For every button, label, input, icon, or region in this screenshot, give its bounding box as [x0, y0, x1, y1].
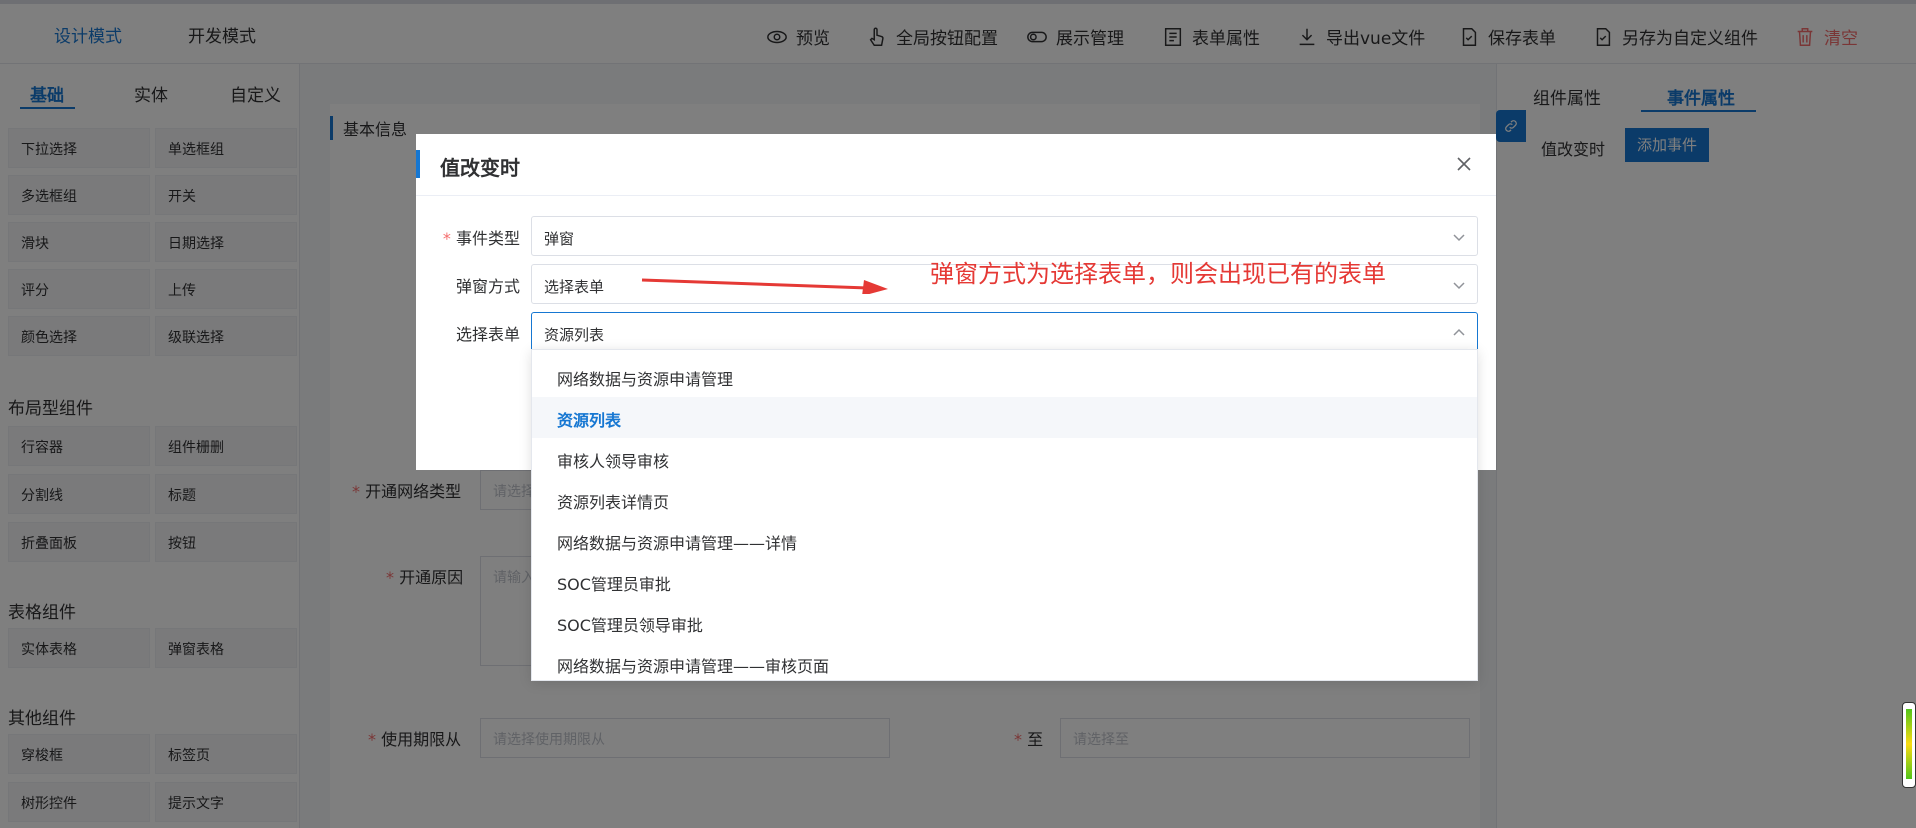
- select-form-value: 资源列表: [544, 326, 605, 344]
- event-type-value: 弹窗: [544, 230, 575, 248]
- select-form-select[interactable]: 资源列表: [531, 312, 1478, 352]
- dropdown-option[interactable]: SOC管理员审批: [532, 561, 1477, 602]
- title-accent-bar: [416, 150, 420, 178]
- dropdown-option-selected[interactable]: 资源列表: [532, 397, 1477, 438]
- dropdown-option[interactable]: 审核人领导审核: [532, 438, 1477, 479]
- event-type-label: * 事件类型: [442, 229, 520, 248]
- dialog-title: 值改变时: [440, 156, 520, 180]
- annotation-text: 弹窗方式为选择表单，则会出现已有的表单: [930, 260, 1386, 288]
- close-icon[interactable]: [1454, 154, 1474, 174]
- dropdown-option[interactable]: 网络数据与资源申请管理——详情: [532, 520, 1477, 561]
- dialog-header: 值改变时: [416, 134, 1496, 196]
- chevron-down-icon: [1453, 234, 1465, 242]
- select-form-label: 选择表单: [455, 325, 520, 344]
- popup-mode-label: 弹窗方式: [455, 277, 520, 296]
- select-form-dropdown: 网络数据与资源申请管理 资源列表 审核人领导审核 资源列表详情页 网络数据与资源…: [531, 349, 1478, 681]
- dropdown-option[interactable]: 资源列表详情页: [532, 479, 1477, 520]
- event-type-select[interactable]: 弹窗: [531, 216, 1478, 256]
- dropdown-option[interactable]: SOC管理员领导审批: [532, 602, 1477, 643]
- annotation-arrow-icon: [641, 278, 888, 294]
- chevron-up-icon: [1453, 328, 1465, 336]
- chevron-down-icon: [1453, 282, 1465, 290]
- dropdown-option[interactable]: 网络数据与资源申请管理: [532, 356, 1477, 397]
- dropdown-option[interactable]: 网络数据与资源申请管理——审核页面: [532, 643, 1477, 680]
- popup-mode-value: 选择表单: [544, 278, 605, 296]
- side-widget-icon[interactable]: [1902, 702, 1916, 788]
